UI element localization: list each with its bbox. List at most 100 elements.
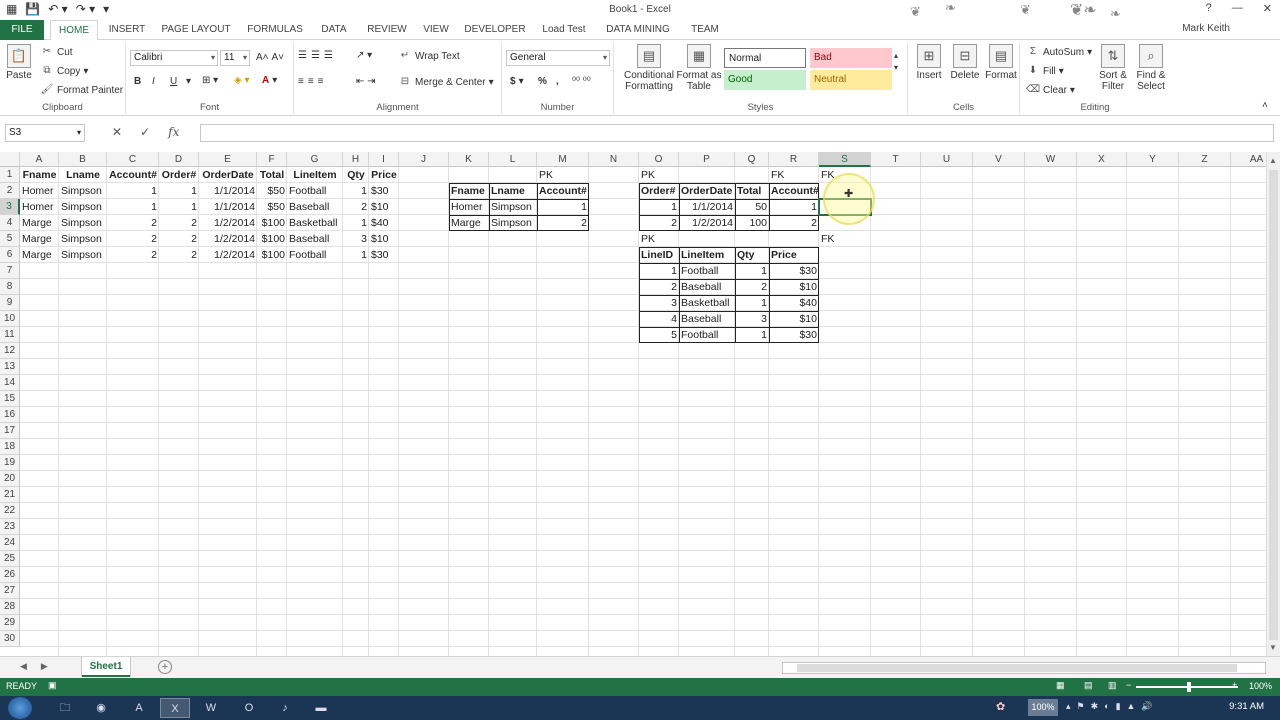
row-header-26[interactable]: 26 — [0, 567, 20, 583]
tab-data[interactable]: DATA — [314, 20, 354, 40]
row-header-10[interactable]: 10 — [0, 311, 20, 327]
row-header-24[interactable]: 24 — [0, 535, 20, 551]
row-header-25[interactable]: 25 — [0, 551, 20, 567]
column-header-u[interactable]: U — [921, 152, 973, 167]
shrink-font-icon[interactable]: A˅ — [272, 52, 285, 63]
row-header-7[interactable]: 7 — [0, 263, 20, 279]
paste-button[interactable]: 📋 Paste — [4, 44, 34, 81]
column-header-k[interactable]: K — [449, 152, 489, 167]
insert-cells-button[interactable]: ⊞ Insert — [912, 44, 946, 81]
column-header-p[interactable]: P — [679, 152, 735, 167]
scroll-thumb[interactable] — [1269, 170, 1278, 640]
excel-taskbar-icon[interactable]: X — [160, 698, 190, 718]
column-header-z[interactable]: Z — [1179, 152, 1231, 167]
close-icon[interactable]: ✕ — [1263, 2, 1272, 15]
row-header-2[interactable]: 2 — [0, 183, 20, 199]
column-header-d[interactable]: D — [159, 152, 199, 167]
row-header-21[interactable]: 21 — [0, 487, 20, 503]
vertical-align-icons[interactable]: ☰☰☰ — [298, 50, 337, 61]
row-header-28[interactable]: 28 — [0, 599, 20, 615]
tab-formulas[interactable]: FORMULAS — [244, 20, 306, 40]
decimal-icons[interactable]: ⁰⁰ ⁰⁰ — [572, 76, 591, 87]
bold-button[interactable]: B — [134, 76, 141, 87]
column-header-r[interactable]: R — [769, 152, 819, 167]
collapse-ribbon-icon[interactable]: ˄ — [1262, 100, 1268, 111]
column-header-y[interactable]: Y — [1127, 152, 1179, 167]
merge-center-button[interactable]: ⊟ Merge & Center ▾ — [398, 76, 494, 88]
row-header-9[interactable]: 9 — [0, 295, 20, 311]
row-header-16[interactable]: 16 — [0, 407, 20, 423]
column-header-w[interactable]: W — [1025, 152, 1077, 167]
row-header-3[interactable]: 3 — [0, 199, 20, 215]
scroll-thumb[interactable] — [797, 664, 1237, 672]
column-header-h[interactable]: H — [343, 152, 369, 167]
row-header-5[interactable]: 5 — [0, 231, 20, 247]
column-header-f[interactable]: F — [257, 152, 287, 167]
column-header-x[interactable]: X — [1077, 152, 1127, 167]
row-header-8[interactable]: 8 — [0, 279, 20, 295]
row-header-14[interactable]: 14 — [0, 375, 20, 391]
select-all-corner[interactable] — [0, 152, 20, 167]
row-header-11[interactable]: 11 — [0, 327, 20, 343]
font-grow-shrink[interactable]: A˄ A˅ — [256, 52, 284, 63]
outlook-icon[interactable]: O — [234, 698, 264, 718]
row-header-12[interactable]: 12 — [0, 343, 20, 359]
column-header-i[interactable]: I — [369, 152, 399, 167]
volume-badge[interactable]: 100% — [1028, 699, 1058, 716]
row-header-29[interactable]: 29 — [0, 615, 20, 631]
minimize-icon[interactable]: — — [1232, 2, 1243, 15]
row-header-18[interactable]: 18 — [0, 439, 20, 455]
style-bad[interactable]: Bad — [810, 48, 892, 68]
column-header-b[interactable]: B — [59, 152, 107, 167]
tab-home[interactable]: HOME — [50, 20, 98, 41]
column-header-a[interactable]: A — [20, 152, 59, 167]
horizontal-scrollbar[interactable] — [782, 662, 1266, 674]
currency-button[interactable]: $ ▾ — [510, 76, 524, 87]
file-explorer-icon[interactable]: 🗀 — [50, 698, 80, 718]
autosum-button[interactable]: Σ AutoSum ▾ — [1026, 46, 1092, 58]
orientation-icon[interactable]: ↗ ▾ — [356, 50, 372, 61]
user-name[interactable]: Mark Keith — [1182, 23, 1230, 34]
column-header-j[interactable]: J — [399, 152, 449, 167]
font-color-button[interactable]: A ▾ — [262, 75, 277, 86]
grow-font-icon[interactable]: A˄ — [256, 52, 269, 63]
zoom-out-icon[interactable]: − — [1126, 680, 1131, 690]
row-header-20[interactable]: 20 — [0, 471, 20, 487]
page-layout-view-icon[interactable]: ▤ — [1084, 680, 1093, 691]
tab-load-test[interactable]: Load Test — [536, 20, 592, 40]
tab-page-layout[interactable]: PAGE LAYOUT — [158, 20, 234, 40]
enter-icon[interactable]: ✓ — [140, 125, 150, 139]
scroll-up-icon[interactable]: ▲ — [1269, 156, 1277, 165]
zoom-slider-knob[interactable] — [1187, 682, 1191, 692]
column-header-n[interactable]: N — [589, 152, 639, 167]
next-sheet-icon[interactable]: ▶ — [41, 661, 48, 672]
normal-view-icon[interactable]: ▦ — [1056, 680, 1065, 691]
system-tray-icons[interactable]: ▴⚑✱◐▮▲🔊 — [1066, 701, 1159, 712]
row-header-19[interactable]: 19 — [0, 455, 20, 471]
row-header-23[interactable]: 23 — [0, 519, 20, 535]
sort-filter-button[interactable]: ⇅ Sort & Filter — [1096, 44, 1130, 92]
chrome-icon[interactable]: ◉ — [86, 698, 116, 718]
start-button[interactable] — [8, 697, 32, 719]
format-cells-button[interactable]: ▤ Format — [984, 44, 1018, 81]
row-header-17[interactable]: 17 — [0, 423, 20, 439]
conditional-formatting-button[interactable]: ▤ Conditional Formatting — [618, 44, 680, 92]
vertical-scrollbar[interactable]: ▲ ▼ — [1266, 152, 1280, 656]
tab-insert[interactable]: INSERT — [104, 20, 150, 40]
column-header-l[interactable]: L — [489, 152, 537, 167]
notes-icon[interactable]: ♪ — [270, 698, 300, 718]
tab-developer[interactable]: DEVELOPER — [462, 20, 528, 40]
column-header-c[interactable]: C — [107, 152, 159, 167]
tab-review[interactable]: REVIEW — [362, 20, 412, 40]
horizontal-align-icons[interactable]: ≡≡≡ — [298, 76, 328, 87]
zoom-in-icon[interactable]: + — [1232, 680, 1237, 690]
scroll-down-icon[interactable]: ▼ — [1269, 643, 1277, 652]
row-header-13[interactable]: 13 — [0, 359, 20, 375]
column-header-o[interactable]: O — [639, 152, 679, 167]
row-header-27[interactable]: 27 — [0, 583, 20, 599]
format-as-table-button[interactable]: ▦ Format as Table — [676, 44, 722, 92]
sheet-tab[interactable]: Sheet1 — [82, 657, 130, 677]
borders-icon[interactable]: ⊞ ▾ — [202, 75, 218, 86]
underline-button[interactable]: U — [170, 76, 177, 87]
row-header-30[interactable]: 30 — [0, 631, 20, 647]
